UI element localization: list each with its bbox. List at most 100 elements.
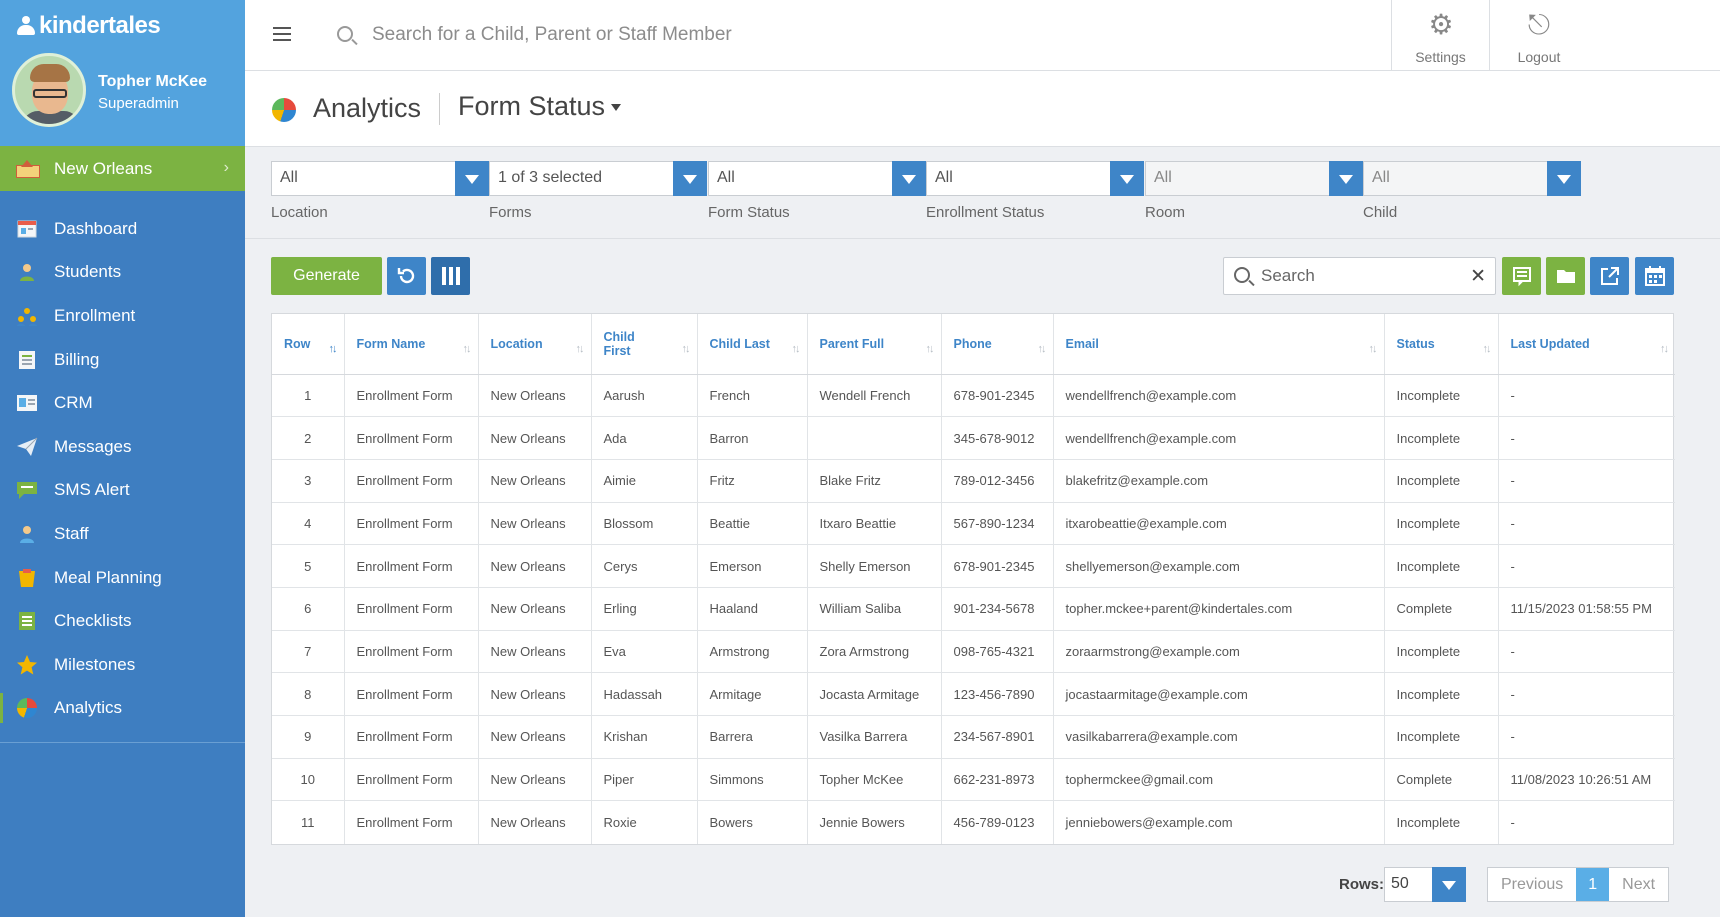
column-header-last-updated[interactable]: Last Updated ↑↓: [1498, 314, 1675, 375]
table-row[interactable]: 4 Enrollment Form New Orleans Blossom Beatti…: [272, 502, 1675, 546]
columns-button[interactable]: [431, 257, 470, 295]
table-row[interactable]: 9 Enrollment Form New Orleans Krishan Barrer…: [272, 715, 1675, 759]
table-row[interactable]: 11 Enrollment Form New Orleans Roxie Bowers J…: [272, 800, 1675, 844]
sort-icon[interactable]: ↑↓: [576, 343, 585, 355]
table-row[interactable]: 8 Enrollment Form New Orleans Hadassah Armit…: [272, 672, 1675, 716]
chevron-down-icon[interactable]: [892, 161, 926, 196]
caret-down-icon[interactable]: [611, 104, 621, 111]
schedule-button[interactable]: [1635, 257, 1674, 295]
rows-per-page-select[interactable]: 50: [1384, 867, 1466, 902]
cell-email: shellyemerson@example.com: [1053, 544, 1385, 588]
table-row[interactable]: 1 Enrollment Form New Orleans Aarush French W…: [272, 374, 1675, 418]
chevron-down-icon[interactable]: [673, 161, 707, 196]
sort-icon[interactable]: ↑↓: [329, 343, 338, 355]
cell-status: Incomplete: [1384, 459, 1499, 503]
sidebar-item-crm[interactable]: CRM: [0, 381, 245, 425]
table-row[interactable]: 7 Enrollment Form New Orleans Eva Armstrong Z…: [272, 630, 1675, 674]
sidebar-item-analytics[interactable]: Analytics: [0, 687, 245, 731]
table-row[interactable]: 3 Enrollment Form New Orleans Aimie Fritz Bla…: [272, 459, 1675, 503]
table-row[interactable]: 5 Enrollment Form New Orleans Cerys Emerson S…: [272, 544, 1675, 588]
sidebar-item-staff[interactable]: Staff: [0, 512, 245, 556]
sort-icon[interactable]: ↑↓: [1369, 343, 1378, 355]
sort-icon[interactable]: ↑↓: [682, 343, 691, 355]
column-header-parent-full[interactable]: Parent Full ↑↓: [807, 314, 942, 375]
report-selector[interactable]: Form Status: [458, 91, 605, 122]
table-row[interactable]: 6 Enrollment Form New Orleans Erling Haaland…: [272, 587, 1675, 631]
column-header-phone[interactable]: Phone ↑↓: [941, 314, 1054, 375]
cell-form-name: Enrollment Form: [344, 715, 479, 759]
avatar[interactable]: [12, 53, 86, 127]
column-header-label: Phone: [953, 336, 992, 351]
cell-status: Incomplete: [1384, 416, 1499, 460]
chevron-down-icon[interactable]: [1547, 161, 1581, 196]
sort-icon[interactable]: ↑↓: [1038, 343, 1047, 355]
sort-icon[interactable]: ↑↓: [463, 343, 472, 355]
cell-last-updated: 11/15/2023 01:58:55 PM: [1498, 587, 1675, 631]
previous-page-button[interactable]: Previous: [1488, 868, 1576, 901]
column-header-child-first[interactable]: Child First ↑↓: [591, 314, 698, 375]
filter-select[interactable]: 1 of 3 selected: [489, 161, 707, 196]
export-button[interactable]: [1590, 257, 1629, 295]
reset-button[interactable]: [387, 257, 426, 295]
sort-icon[interactable]: ↑↓: [1483, 343, 1492, 355]
settings-button[interactable]: ⚙ Settings: [1391, 0, 1489, 71]
chevron-down-icon[interactable]: [455, 161, 489, 196]
sidebar-item-billing[interactable]: Billing: [0, 338, 245, 382]
star-icon: [16, 654, 38, 676]
cell-row: 9: [272, 715, 345, 759]
sidebar-item-checklists[interactable]: Checklists: [0, 599, 245, 643]
sidebar-item-enrollment[interactable]: Enrollment: [0, 294, 245, 338]
folder-button[interactable]: [1546, 257, 1585, 295]
cell-status: Incomplete: [1384, 502, 1499, 546]
cell-last-updated: -: [1498, 715, 1675, 759]
filter-label: Enrollment Status: [926, 204, 1045, 221]
column-header-status[interactable]: Status ↑↓: [1384, 314, 1499, 375]
filter-select[interactable]: All: [1145, 161, 1363, 196]
global-search-input[interactable]: [372, 20, 972, 50]
table-search-input[interactable]: [1261, 265, 1461, 287]
sort-icon[interactable]: ↑↓: [926, 343, 935, 355]
column-header-email[interactable]: Email ↑↓: [1053, 314, 1385, 375]
cell-location: New Orleans: [478, 374, 592, 418]
next-page-button[interactable]: Next: [1609, 868, 1668, 901]
sidebar-item-sms-alert[interactable]: SMS Alert: [0, 469, 245, 513]
sidebar-item-students[interactable]: Students: [0, 251, 245, 295]
sidebar-item-messages[interactable]: Messages: [0, 425, 245, 469]
generate-button[interactable]: Generate: [271, 257, 382, 295]
column-header-row[interactable]: Row ↑↓: [272, 314, 345, 375]
filter-select[interactable]: All: [271, 161, 489, 196]
menu-icon[interactable]: [273, 27, 291, 41]
logout-button[interactable]: ⎋ Logout: [1489, 0, 1720, 71]
column-header-label: Child Last: [709, 336, 770, 351]
column-header-label: Form Name: [356, 336, 426, 351]
logo-icon: [16, 16, 36, 36]
sort-icon[interactable]: ↑↓: [1660, 343, 1669, 355]
chevron-down-icon[interactable]: [1432, 867, 1466, 902]
sidebar-item-milestones[interactable]: Milestones: [0, 643, 245, 687]
filter-select[interactable]: All: [708, 161, 926, 196]
cell-child-last: Emerson: [697, 544, 808, 588]
sidebar-item-dashboard[interactable]: Dashboard: [0, 207, 245, 251]
print-button[interactable]: [1502, 257, 1541, 295]
cell-last-updated: -: [1498, 459, 1675, 503]
chevron-down-icon[interactable]: [1110, 161, 1144, 196]
filter-select[interactable]: All: [1363, 161, 1581, 196]
cell-child-first: Krishan: [591, 715, 698, 759]
kindertales-logo[interactable]: kindertales: [16, 12, 161, 40]
filter-select[interactable]: All: [926, 161, 1144, 196]
location-name: New Orleans: [54, 158, 153, 178]
sort-icon[interactable]: ↑↓: [792, 343, 801, 355]
chevron-down-icon[interactable]: [1329, 161, 1363, 196]
filter-child: All Child: [1363, 161, 1581, 221]
meal-icon: [16, 567, 38, 589]
location-switcher[interactable]: New Orleans ›: [0, 146, 245, 191]
column-header-child-last[interactable]: Child Last ↑↓: [697, 314, 808, 375]
sidebar-item-meal-planning[interactable]: Meal Planning: [0, 556, 245, 600]
table-row[interactable]: 2 Enrollment Form New Orleans Ada Barron 345-…: [272, 416, 1675, 460]
column-header-location[interactable]: Location ↑↓: [478, 314, 592, 375]
page-1-button[interactable]: 1: [1576, 868, 1610, 901]
column-header-form-name[interactable]: Form Name ↑↓: [344, 314, 479, 375]
table-search[interactable]: ✕: [1223, 257, 1496, 295]
clear-icon[interactable]: ✕: [1470, 265, 1486, 288]
table-row[interactable]: 10 Enrollment Form New Orleans Piper Simmons…: [272, 758, 1675, 802]
